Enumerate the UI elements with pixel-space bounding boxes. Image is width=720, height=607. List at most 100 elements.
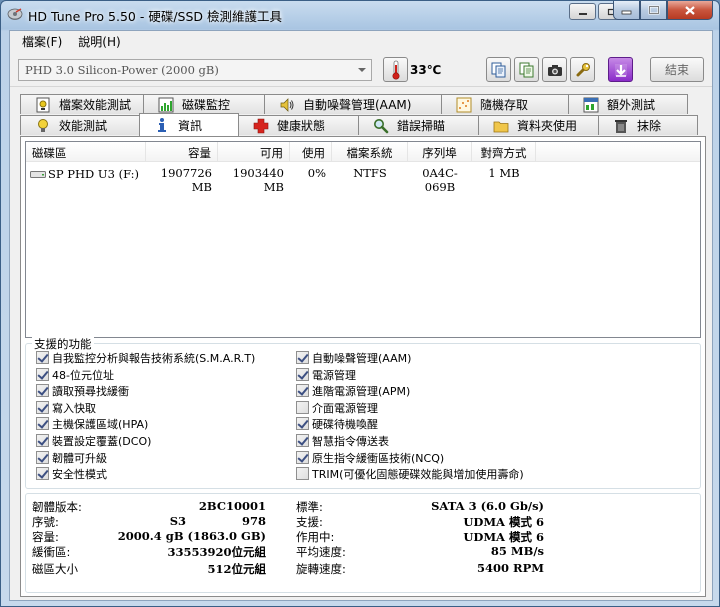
feature-label: 寫入快取 [52, 401, 96, 415]
feature-apm[interactable]: 進階電源管理(APM) [296, 383, 410, 398]
trash-icon [615, 119, 627, 133]
column-header-alignment[interactable]: 對齊方式 [472, 142, 536, 162]
menu-help[interactable]: 說明(H) [70, 31, 128, 51]
feature-smart-command-transport[interactable]: 智慧指令傳送表 [296, 433, 389, 448]
cell-volume: SP PHD U3 (F:) [26, 164, 146, 182]
tab-row-2: 效能測試 資訊 健康狀態 錯誤掃瞄 資料夾使用 抹除 [20, 113, 698, 136]
checkbox[interactable] [36, 451, 49, 464]
feature-firmware-upgrade[interactable]: 韌體可升級 [36, 450, 107, 465]
options-button[interactable] [570, 57, 595, 82]
tab-extra-tests[interactable]: 額外測試 [568, 94, 688, 114]
rotation-speed-value: 5400 RPM [477, 561, 544, 575]
column-header-free[interactable]: 可用 [218, 142, 290, 162]
tab-file-benchmark[interactable]: 檔案效能測試 [20, 94, 144, 114]
save-button[interactable] [608, 57, 633, 82]
tab-label: 健康狀態 [277, 119, 326, 133]
tab-row-1: 檔案效能測試 磁碟監控 自動噪聲管理(AAM) 隨機存取 額外測試 [20, 94, 688, 115]
menu-file[interactable]: 檔案(F) [14, 31, 70, 51]
close-button[interactable] [667, 1, 713, 20]
checkbox[interactable] [296, 451, 309, 464]
checkbox[interactable] [296, 351, 309, 364]
copy-info-button[interactable] [486, 57, 511, 82]
feature-smart[interactable]: 自我監控分析與報告技術系統(S.M.A.R.T) [36, 350, 255, 365]
checkbox[interactable] [296, 417, 309, 430]
checkbox[interactable] [296, 384, 309, 397]
feature-ncq[interactable]: 原生指令緩衝區技術(NCQ) [296, 450, 444, 465]
outer-minimize-button[interactable] [569, 3, 596, 20]
copy-all-button[interactable] [514, 57, 539, 82]
feature-power-management[interactable]: 電源管理 [296, 367, 356, 382]
partition-list[interactable]: 磁碟區 容量 可用 使用 檔案系統 序列埠 對齊方式 SP PHD U3 (F:… [25, 141, 701, 338]
feature-read-lookahead[interactable]: 讀取預尋找緩衝 [36, 383, 129, 398]
checkbox[interactable] [36, 401, 49, 414]
column-header-used[interactable]: 使用 [290, 142, 332, 162]
toolbar: PHD 3.0 Silicon-Power (2000 gB) 33℃ 結束 [10, 51, 712, 87]
tab-erase[interactable]: 抹除 [598, 115, 698, 135]
tab-label: 效能測試 [59, 119, 108, 133]
drive-select[interactable]: PHD 3.0 Silicon-Power (2000 gB) [18, 59, 372, 81]
feature-label: TRIM(可優化固態硬碟效能與增加使用壽命) [312, 467, 524, 481]
checkbox[interactable] [36, 467, 49, 480]
copy-all-icon [519, 62, 533, 77]
column-header-volume[interactable]: 磁碟區 [26, 142, 146, 162]
feature-dco[interactable]: 裝置設定覆蓋(DCO) [36, 433, 151, 448]
maximize-button[interactable] [640, 1, 667, 20]
checkbox[interactable] [296, 401, 309, 414]
capacity-value: 2000.4 gB (1863.0 GB) [117, 529, 266, 543]
table-row[interactable]: SP PHD U3 (F:) 1907726 MB 1903440 MB 0% … [26, 164, 536, 194]
feature-power-up-standby[interactable]: 硬碟待機喚醒 [296, 416, 378, 431]
minimize-button[interactable] [613, 1, 640, 20]
column-header-filesystem[interactable]: 檔案系統 [332, 142, 408, 162]
minimize-icon [621, 10, 631, 15]
red-cross-icon [253, 118, 269, 133]
feature-security-mode[interactable]: 安全性模式 [36, 466, 107, 481]
feature-label: 自動噪聲管理(AAM) [312, 351, 412, 365]
cell-filesystem: NTFS [353, 166, 387, 180]
wrench-icon [576, 62, 590, 76]
tab-aam[interactable]: 自動噪聲管理(AAM) [264, 94, 442, 114]
tab-health[interactable]: 健康狀態 [238, 115, 359, 135]
checkbox[interactable] [296, 467, 309, 480]
random-access-icon [456, 97, 472, 112]
maximize-icon [648, 5, 659, 15]
serial-value-prefix: S3 [169, 514, 186, 528]
support-value: UDMA 模式 6 [463, 515, 544, 529]
feature-label: 進階電源管理(APM) [312, 384, 411, 398]
exit-button[interactable]: 結束 [650, 57, 704, 82]
tab-info[interactable]: 資訊 [139, 113, 239, 136]
feature-interface-power[interactable]: 介面電源管理 [296, 400, 378, 415]
column-header-capacity[interactable]: 容量 [146, 142, 218, 162]
checkbox[interactable] [296, 434, 309, 447]
standard-label: 標準: [296, 500, 323, 514]
feature-48bit[interactable]: 48-位元位址 [36, 367, 114, 382]
tab-label: 隨機存取 [480, 98, 529, 112]
checkbox[interactable] [36, 434, 49, 447]
download-arrow-icon [614, 63, 627, 77]
tab-folder-usage[interactable]: 資料夾使用 [478, 115, 599, 135]
buffer-label: 緩衝區: [32, 545, 71, 559]
drive-select-value: PHD 3.0 Silicon-Power (2000 gB) [25, 63, 219, 77]
title-bar[interactable]: HD Tune Pro 5.50 - 硬碟/SSD 檢測維護工具 [1, 1, 719, 28]
tab-benchmark[interactable]: 效能測試 [20, 115, 140, 135]
close-icon [685, 5, 695, 15]
checkbox[interactable] [36, 384, 49, 397]
file-benchmark-icon [36, 97, 50, 112]
feature-aam[interactable]: 自動噪聲管理(AAM) [296, 350, 411, 365]
checkbox[interactable] [296, 368, 309, 381]
firmware-value: 2BC10001 [198, 499, 266, 513]
checkbox[interactable] [36, 351, 49, 364]
tab-disk-monitor[interactable]: 磁碟監控 [143, 94, 265, 114]
feature-label: 自我監控分析與報告技術系統(S.M.A.R.T) [52, 351, 256, 365]
temperature-button[interactable] [383, 57, 408, 82]
screenshot-button[interactable] [542, 57, 567, 82]
tab-label: 檔案效能測試 [59, 98, 132, 112]
feature-write-cache[interactable]: 寫入快取 [36, 400, 96, 415]
feature-trim[interactable]: TRIM(可優化固態硬碟效能與增加使用壽命) [296, 466, 524, 481]
tab-random-access[interactable]: 隨機存取 [441, 94, 569, 114]
magnifier-icon [374, 118, 389, 133]
checkbox[interactable] [36, 368, 49, 381]
feature-hpa[interactable]: 主機保護區域(HPA) [36, 416, 148, 431]
column-header-serial[interactable]: 序列埠 [408, 142, 472, 162]
checkbox[interactable] [36, 417, 49, 430]
tab-error-scan[interactable]: 錯誤掃瞄 [358, 115, 479, 135]
